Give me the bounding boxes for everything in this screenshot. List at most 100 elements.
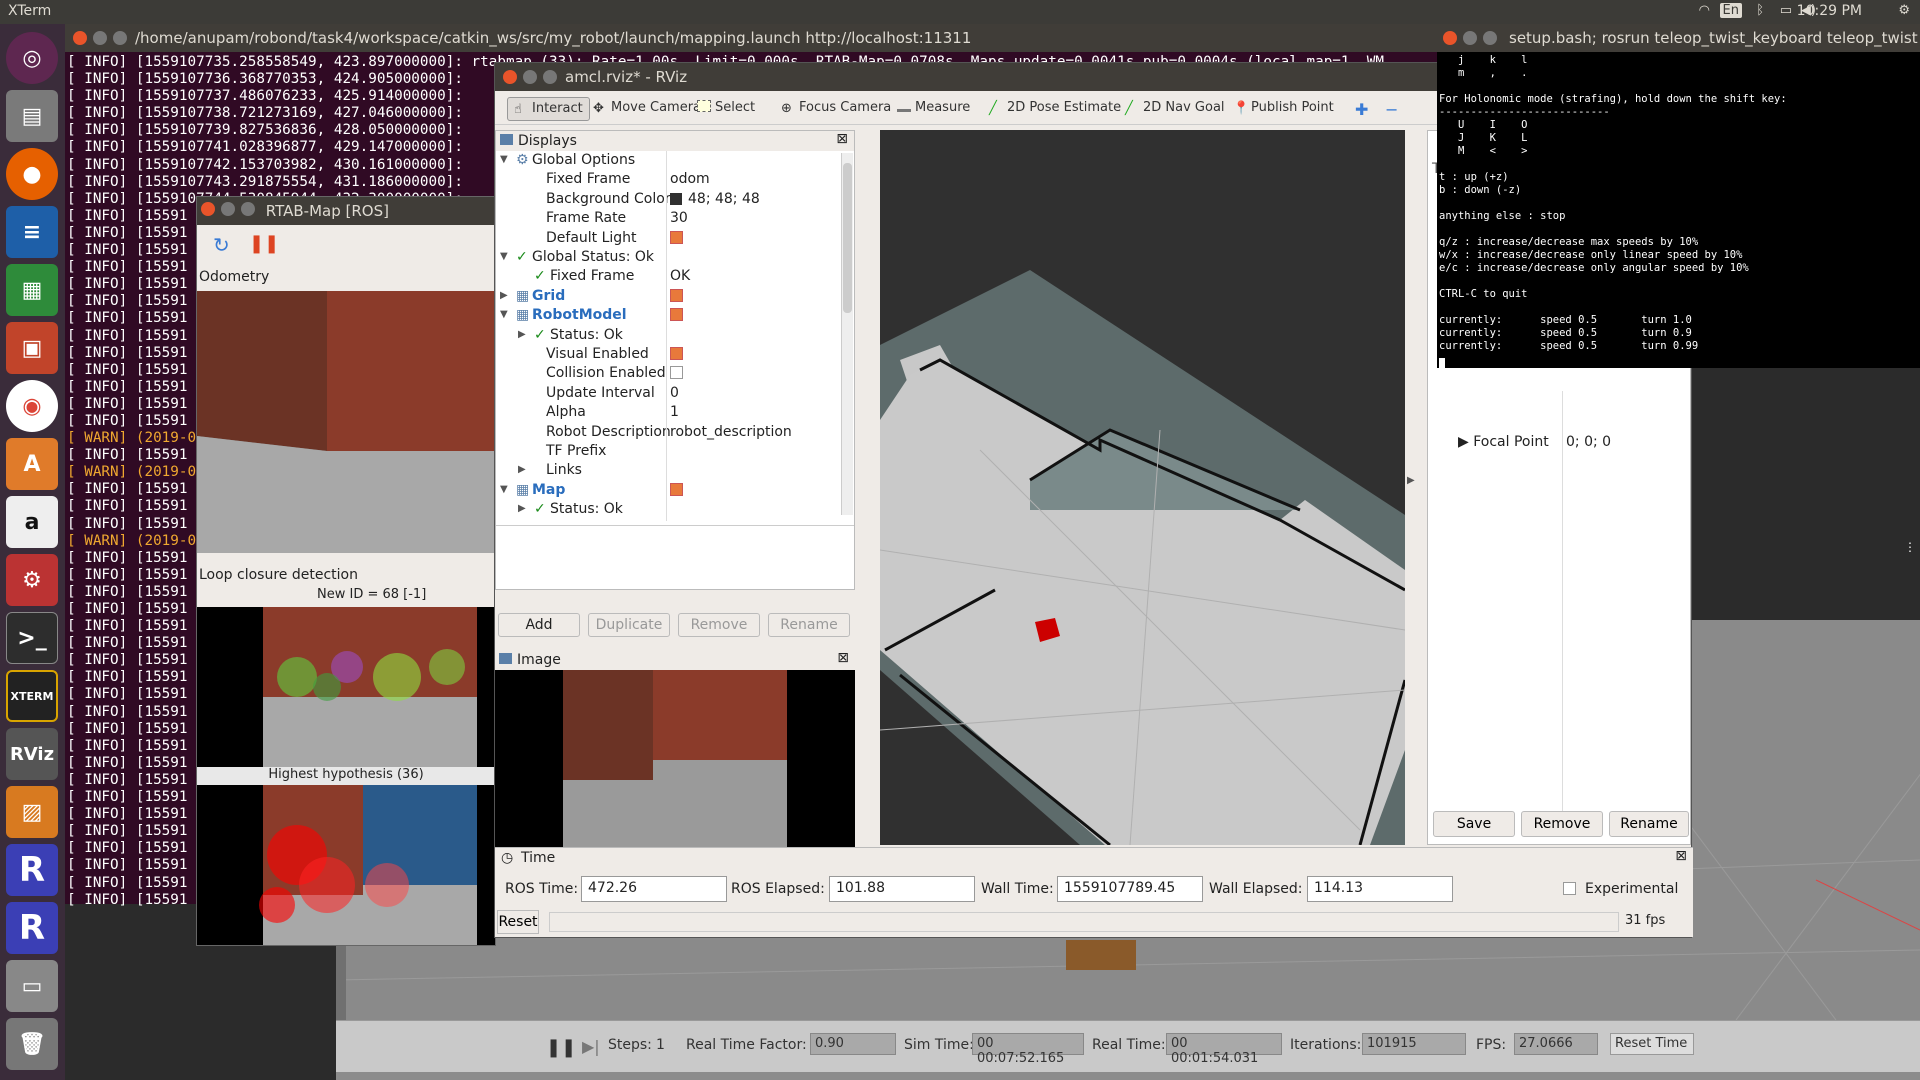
display-tree-row[interactable]: ▶ ▦ Grid	[496, 287, 841, 306]
property-value[interactable]: 30	[670, 210, 688, 226]
enable-checkbox[interactable]	[670, 308, 683, 322]
display-tree-row[interactable]: TF Prefix	[496, 442, 841, 461]
rename-display-button[interactable]: Rename	[768, 613, 850, 637]
property-value[interactable]: OK	[670, 268, 690, 284]
maximize-icon[interactable]	[1483, 31, 1497, 45]
display-tree-row[interactable]: Robot Description robot_description	[496, 423, 841, 442]
rtabmap-window[interactable]: RTAB-Map [ROS] ↻ ❚❚ Odometry Loop closur…	[196, 196, 496, 946]
display-tree-row[interactable]: ▼ ✓ Global Status: Ok	[496, 248, 841, 267]
minimize-icon[interactable]	[1463, 31, 1477, 45]
property-value[interactable]: 48; 48; 48	[688, 191, 760, 207]
remove-tool-icon[interactable]: −	[1379, 97, 1404, 121]
collapse-right-icon[interactable]: ▶	[1407, 475, 1415, 486]
amazon-icon[interactable]: a	[6, 496, 58, 548]
remove-view-button[interactable]: Remove	[1521, 811, 1603, 837]
trash-icon[interactable]: 🗑	[6, 1018, 58, 1070]
display-tree-row[interactable]: Background Color 48; 48; 48	[496, 190, 841, 209]
rename-view-button[interactable]: Rename	[1609, 811, 1689, 837]
enable-checkbox[interactable]	[670, 230, 683, 244]
maximize-icon[interactable]	[241, 202, 255, 216]
terminal-icon[interactable]: >_	[6, 612, 58, 664]
battery-icon[interactable]: ▭	[1780, 3, 1792, 18]
display-tree-row[interactable]: ▼ ▦ RobotModel	[496, 306, 841, 325]
wall-time-field[interactable]: 1559107789.45	[1057, 876, 1203, 902]
software-center-icon[interactable]: A	[6, 438, 58, 490]
maximize-icon[interactable]	[543, 70, 557, 84]
step-icon[interactable]: ▶|	[582, 1037, 600, 1056]
expand-right-icon[interactable]: ▶	[518, 329, 526, 340]
color-swatch[interactable]	[670, 192, 682, 205]
display-tree-row[interactable]: Update Interval 0	[496, 384, 841, 403]
display-scrollbar[interactable]	[841, 153, 853, 515]
close-icon[interactable]: ⊠	[837, 650, 849, 666]
display-tree-row[interactable]: Default Light	[496, 229, 841, 248]
clock[interactable]: 10:29 PM	[1797, 3, 1862, 19]
teleop-titlebar[interactable]: setup.bash; rosrun teleop_twist_keyboard…	[1437, 24, 1920, 52]
expand-right-icon[interactable]: ▶	[500, 290, 508, 301]
display-tree-row[interactable]: Fixed Frame odom	[496, 170, 841, 189]
maximize-icon[interactable]	[113, 31, 127, 45]
display-tree-row[interactable]: Frame Rate 30	[496, 209, 841, 228]
property-value[interactable]: 0	[670, 385, 679, 401]
expand-down-icon[interactable]: ▼	[500, 154, 508, 165]
tool-select[interactable]: Select	[691, 97, 761, 121]
expand-down-icon[interactable]: ▼	[500, 484, 508, 495]
expand-right-icon[interactable]: ▶	[518, 503, 526, 514]
add-display-button[interactable]: Add	[498, 613, 580, 637]
ros-time-field[interactable]: 472.26	[581, 876, 727, 902]
minimize-icon[interactable]	[221, 202, 235, 216]
display-tree-row[interactable]: ▶ ✓ Status: Ok	[496, 500, 841, 519]
display-tree-row[interactable]: ▶ ✓ Status: Ok	[496, 326, 841, 345]
writer-icon[interactable]: ≡	[6, 206, 58, 258]
calc-icon[interactable]: ▦	[6, 264, 58, 316]
steps-value[interactable]: 1	[656, 1037, 665, 1053]
chrome-icon[interactable]: ◉	[6, 380, 58, 432]
expand-down-icon[interactable]: ▼	[500, 251, 508, 262]
enable-checkbox[interactable]	[670, 347, 683, 360]
tool-measure[interactable]: Measure	[891, 97, 976, 121]
wifi-icon[interactable]: ◠	[1699, 3, 1710, 18]
wall-elapsed-field[interactable]: 114.13	[1307, 876, 1453, 902]
focal-point-value[interactable]: 0; 0; 0	[1566, 434, 1611, 450]
close-icon[interactable]	[73, 31, 87, 45]
refresh-icon[interactable]: ↻	[213, 233, 230, 257]
teleop-terminal-window[interactable]: setup.bash; rosrun teleop_twist_keyboard…	[1437, 24, 1920, 368]
tool-2d-pose-estimate[interactable]: ╱ 2D Pose Estimate	[983, 97, 1127, 121]
enable-checkbox[interactable]	[670, 482, 683, 496]
expand-right-icon[interactable]: ▶	[518, 464, 526, 475]
reset-button[interactable]: Reset	[497, 910, 539, 934]
expand-down-icon[interactable]: ▼	[500, 309, 508, 320]
close-icon[interactable]: ⊠	[1675, 848, 1687, 864]
remove-display-button[interactable]: Remove	[678, 613, 760, 637]
bluetooth-icon[interactable]: ᛒ	[1756, 3, 1764, 18]
tool-2d-nav-goal[interactable]: ╱ 2D Nav Goal	[1119, 97, 1231, 121]
settings-icon[interactable]: ⚙	[6, 554, 58, 606]
firefox-icon[interactable]: ●	[6, 148, 58, 200]
property-value[interactable]: odom	[670, 171, 710, 187]
tool-focus-camera[interactable]: ⊕ Focus Camera	[775, 97, 897, 121]
pause-icon[interactable]: ❚❚	[546, 1037, 576, 1058]
close-icon[interactable]	[503, 70, 517, 84]
scroll-handle-icon[interactable]: ⋮	[1904, 540, 1916, 554]
rviz-3d-view[interactable]: ◀	[880, 130, 1405, 845]
property-value[interactable]: robot_description	[670, 424, 792, 440]
minimize-icon[interactable]	[523, 70, 537, 84]
rviz-icon[interactable]: RViz	[6, 728, 58, 780]
reset-time-button[interactable]: Reset Time	[1610, 1033, 1694, 1055]
close-icon[interactable]: ⊠	[836, 131, 848, 147]
tool-move-camera[interactable]: ✥ Move Camera	[587, 97, 707, 121]
rstudio-icon-2[interactable]: R	[6, 902, 58, 954]
display-tree-row[interactable]: ▶ Links	[496, 461, 841, 480]
rtabmap-titlebar[interactable]: RTAB-Map [ROS]	[197, 197, 495, 225]
xterm-icon[interactable]: XTERM	[6, 670, 58, 722]
language-indicator[interactable]: En	[1719, 3, 1742, 18]
display-tree-row[interactable]: ✓ Fixed Frame OK	[496, 267, 841, 286]
experimental-checkbox[interactable]	[1563, 882, 1576, 895]
add-tool-icon[interactable]: ✚	[1349, 97, 1374, 121]
virtualbox-icon[interactable]: ▨	[6, 786, 58, 838]
display-tree-row[interactable]: Collision Enabled	[496, 364, 841, 383]
disk-icon[interactable]: ▭	[6, 960, 58, 1012]
ros-elapsed-field[interactable]: 101.88	[829, 876, 975, 902]
impress-icon[interactable]: ▣	[6, 322, 58, 374]
close-icon[interactable]	[1443, 31, 1457, 45]
